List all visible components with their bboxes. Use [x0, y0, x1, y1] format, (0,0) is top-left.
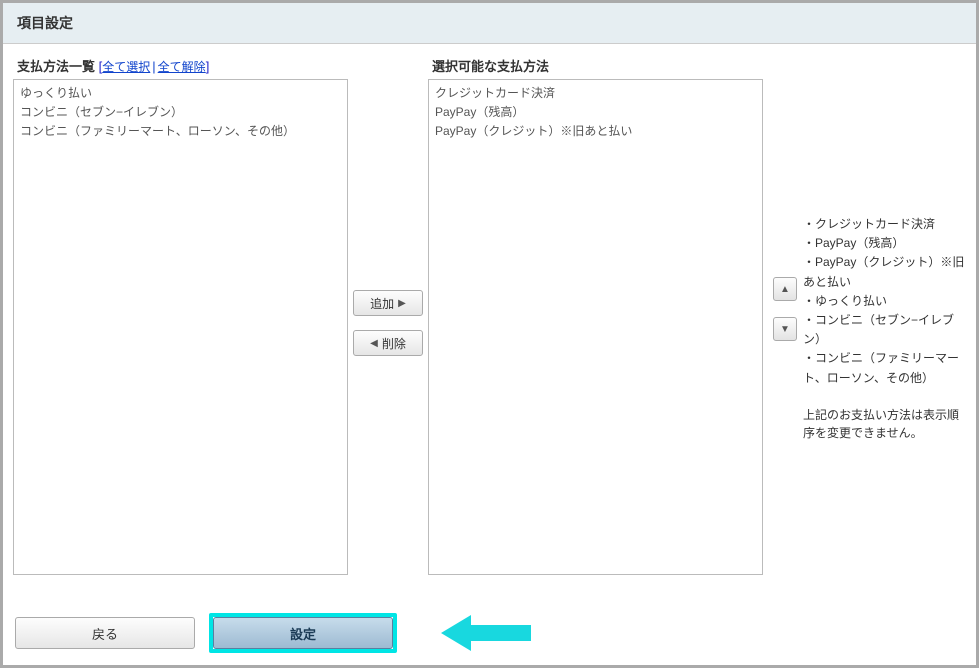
- add-button-label: 追加: [370, 295, 394, 312]
- fixed-item: ・PayPay（クレジット）※旧あと払い: [803, 253, 966, 291]
- fixed-order-list: ・クレジットカード決済 ・PayPay（残高） ・PayPay（クレジット）※旧…: [803, 215, 966, 442]
- move-up-button[interactable]: ▲: [773, 277, 797, 301]
- list-item[interactable]: PayPay（クレジット）※旧あと払い: [435, 122, 756, 141]
- app-frame: 項目設定 支払方法一覧 [全て選択|全て解除] ゆっくり払い コンビニ（セブン−…: [0, 0, 979, 668]
- content-row: 支払方法一覧 [全て選択|全て解除] ゆっくり払い コンビニ（セブン−イレブン）…: [3, 44, 976, 575]
- right-panel: 選択可能な支払方法 クレジットカード決済 PayPay（残高） PayPay（ク…: [428, 50, 763, 575]
- left-panel-title: 支払方法一覧: [17, 59, 95, 74]
- move-down-button[interactable]: ▼: [773, 317, 797, 341]
- footer-row: 戻る 設定: [15, 613, 531, 653]
- back-button[interactable]: 戻る: [15, 617, 195, 649]
- right-panel-title: 選択可能な支払方法: [432, 59, 549, 74]
- list-item[interactable]: PayPay（残高）: [435, 103, 756, 122]
- list-item[interactable]: コンビニ（ファミリーマート、ローソン、その他）: [20, 122, 341, 141]
- triangle-up-icon: ▲: [780, 284, 790, 295]
- fixed-item: ・コンビニ（セブン−イレブン）: [803, 311, 966, 349]
- triangle-right-icon: ▶: [398, 298, 406, 309]
- fixed-item: ・コンビニ（ファミリーマート、ローソン、その他）: [803, 349, 966, 387]
- set-button[interactable]: 設定: [213, 617, 393, 649]
- deselect-all-link[interactable]: 全て解除: [158, 60, 206, 74]
- middle-button-column: 追加 ▶ ◀ 削除: [348, 50, 428, 356]
- right-panel-title-row: 選択可能な支払方法: [428, 50, 763, 79]
- side-panel: ▲ ▼ ・クレジットカード決済 ・PayPay（残高） ・PayPay（クレジッ…: [763, 50, 966, 442]
- reorder-buttons: ▲ ▼: [773, 215, 803, 341]
- fixed-item: ・PayPay（残高）: [803, 234, 966, 253]
- right-listbox[interactable]: クレジットカード決済 PayPay（残高） PayPay（クレジット）※旧あと払…: [428, 79, 763, 575]
- page-title-bar: 項目設定: [3, 3, 976, 44]
- left-listbox[interactable]: ゆっくり払い コンビニ（セブン−イレブン） コンビニ（ファミリーマート、ローソン…: [13, 79, 348, 575]
- left-panel-title-row: 支払方法一覧 [全て選択|全て解除]: [13, 50, 348, 79]
- remove-button-label: 削除: [382, 335, 406, 352]
- select-all-link[interactable]: 全て選択: [102, 60, 150, 74]
- set-button-highlight: 設定: [209, 613, 397, 653]
- page-title: 項目設定: [17, 15, 73, 31]
- callout-arrow-icon: [441, 613, 531, 653]
- list-item[interactable]: クレジットカード決済: [435, 84, 756, 103]
- list-item[interactable]: コンビニ（セブン−イレブン）: [20, 103, 341, 122]
- fixed-item: ・クレジットカード決済: [803, 215, 966, 234]
- triangle-down-icon: ▼: [780, 324, 790, 335]
- triangle-left-icon: ◀: [370, 338, 378, 349]
- remove-button[interactable]: ◀ 削除: [353, 330, 423, 356]
- fixed-item: ・ゆっくり払い: [803, 292, 966, 311]
- add-button[interactable]: 追加 ▶: [353, 290, 423, 316]
- left-panel: 支払方法一覧 [全て選択|全て解除] ゆっくり払い コンビニ（セブン−イレブン）…: [13, 50, 348, 575]
- fixed-order-note: 上記のお支払い方法は表示順序を変更できません。: [803, 406, 966, 442]
- list-item[interactable]: ゆっくり払い: [20, 84, 341, 103]
